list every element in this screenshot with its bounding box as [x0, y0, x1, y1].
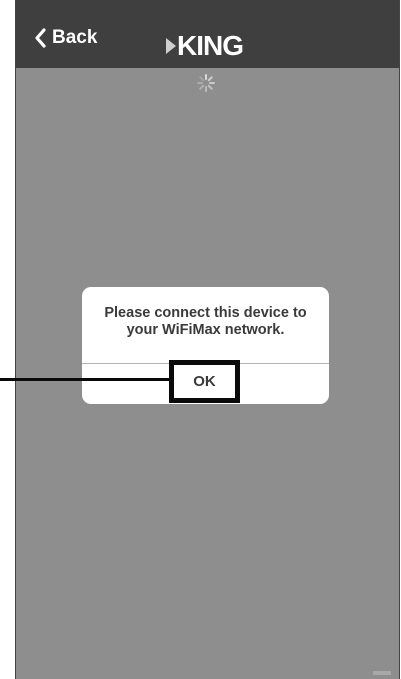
watermark-mark — [373, 671, 391, 675]
chevron-left-icon — [35, 28, 46, 48]
spinner-icon — [197, 74, 215, 92]
dialog-message: Please connect this device to your WiFiM… — [104, 305, 307, 338]
ok-label: OK — [193, 373, 216, 390]
back-label: Back — [52, 27, 98, 48]
phone-screen: Back KING Please connect this device to … — [15, 0, 400, 679]
navigation-bar: Back KING — [16, 0, 399, 68]
callout-line — [0, 378, 172, 381]
back-button[interactable]: Back — [34, 27, 97, 49]
ok-button[interactable]: OK — [169, 360, 240, 403]
king-logo: KING — [166, 30, 244, 62]
logo-text: KING — [177, 30, 244, 61]
alert-dialog: Please connect this device to your WiFiM… — [82, 287, 329, 404]
triangle-icon — [166, 38, 176, 54]
